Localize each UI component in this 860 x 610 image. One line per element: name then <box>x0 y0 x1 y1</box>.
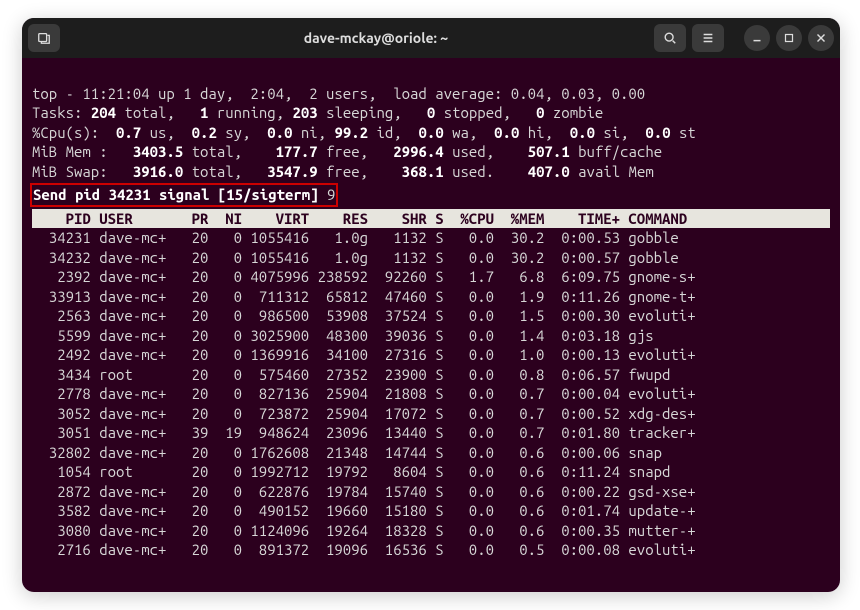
search-button[interactable] <box>654 24 686 52</box>
process-row[interactable]: 33913 dave-mc+ 20 0 711312 65812 47460 S… <box>32 287 830 307</box>
process-row[interactable]: 3434 root 20 0 575460 27352 23900 S 0.0 … <box>32 365 830 385</box>
top-swap-line: MiB Swap: 3916.0 total, 3547.9 free, 368… <box>32 163 654 180</box>
process-row[interactable]: 34231 dave-mc+ 20 0 1055416 1.0g 1132 S … <box>32 228 830 248</box>
process-list: 34231 dave-mc+ 20 0 1055416 1.0g 1132 S … <box>32 228 830 560</box>
process-header-row: PID USER PR NI VIRT RES SHR S %CPU %MEM … <box>32 209 830 229</box>
titlebar: dave-mckay@oriole: ~ <box>22 18 840 58</box>
process-row[interactable]: 1054 root 20 0 1992712 19792 8604 S 0.0 … <box>32 462 830 482</box>
process-row[interactable]: 2392 dave-mc+ 20 0 4075996 238592 92260 … <box>32 267 830 287</box>
new-tab-button[interactable] <box>28 24 60 52</box>
process-row[interactable]: 2492 dave-mc+ 20 0 1369916 34100 27316 S… <box>32 345 830 365</box>
maximize-button[interactable] <box>776 25 802 51</box>
process-row[interactable]: 32802 dave-mc+ 20 0 1762608 21348 14744 … <box>32 443 830 463</box>
process-row[interactable]: 2716 dave-mc+ 20 0 891372 19096 16536 S … <box>32 540 830 560</box>
top-cpu-line: %Cpu(s): 0.7 us, 0.2 sy, 0.0 ni, 99.2 id… <box>32 124 696 141</box>
kill-prompt-highlight: Send pid 34231 signal [15/sigterm] 9 <box>30 183 338 207</box>
terminal-window: dave-mckay@oriole: ~ top - 11:21:04 up 1… <box>22 18 840 592</box>
kill-prompt-input[interactable]: 9 <box>327 186 335 203</box>
top-mem-line: MiB Mem : 3403.5 total, 177.7 free, 2996… <box>32 143 662 160</box>
process-row[interactable]: 2778 dave-mc+ 20 0 827136 25904 21808 S … <box>32 384 830 404</box>
process-row[interactable]: 3052 dave-mc+ 20 0 723872 25904 17072 S … <box>32 404 830 424</box>
top-uptime-line: top - 11:21:04 up 1 day, 2:04, 2 users, … <box>32 85 645 102</box>
process-row[interactable]: 3582 dave-mc+ 20 0 490152 19660 15180 S … <box>32 501 830 521</box>
process-row[interactable]: 3080 dave-mc+ 20 0 1124096 19264 18328 S… <box>32 521 830 541</box>
process-row[interactable]: 3051 dave-mc+ 39 19 948624 23096 13440 S… <box>32 423 830 443</box>
window-title: dave-mckay@oriole: ~ <box>104 30 648 46</box>
process-row[interactable]: 34232 dave-mc+ 20 0 1055416 1.0g 1132 S … <box>32 248 830 268</box>
top-tasks-line: Tasks: 204 total, 1 running, 203 sleepin… <box>32 104 603 121</box>
process-row[interactable]: 2563 dave-mc+ 20 0 986500 53908 37524 S … <box>32 306 830 326</box>
terminal-body[interactable]: top - 11:21:04 up 1 day, 2:04, 2 users, … <box>22 58 840 562</box>
minimize-button[interactable] <box>744 25 770 51</box>
kill-prompt-text: Send pid 34231 signal [15/sigterm] <box>33 186 319 203</box>
close-button[interactable] <box>808 25 834 51</box>
process-row[interactable]: 5599 dave-mc+ 20 0 3025900 48300 39036 S… <box>32 326 830 346</box>
menu-button[interactable] <box>692 24 724 52</box>
process-row[interactable]: 2872 dave-mc+ 20 0 622876 19784 15740 S … <box>32 482 830 502</box>
